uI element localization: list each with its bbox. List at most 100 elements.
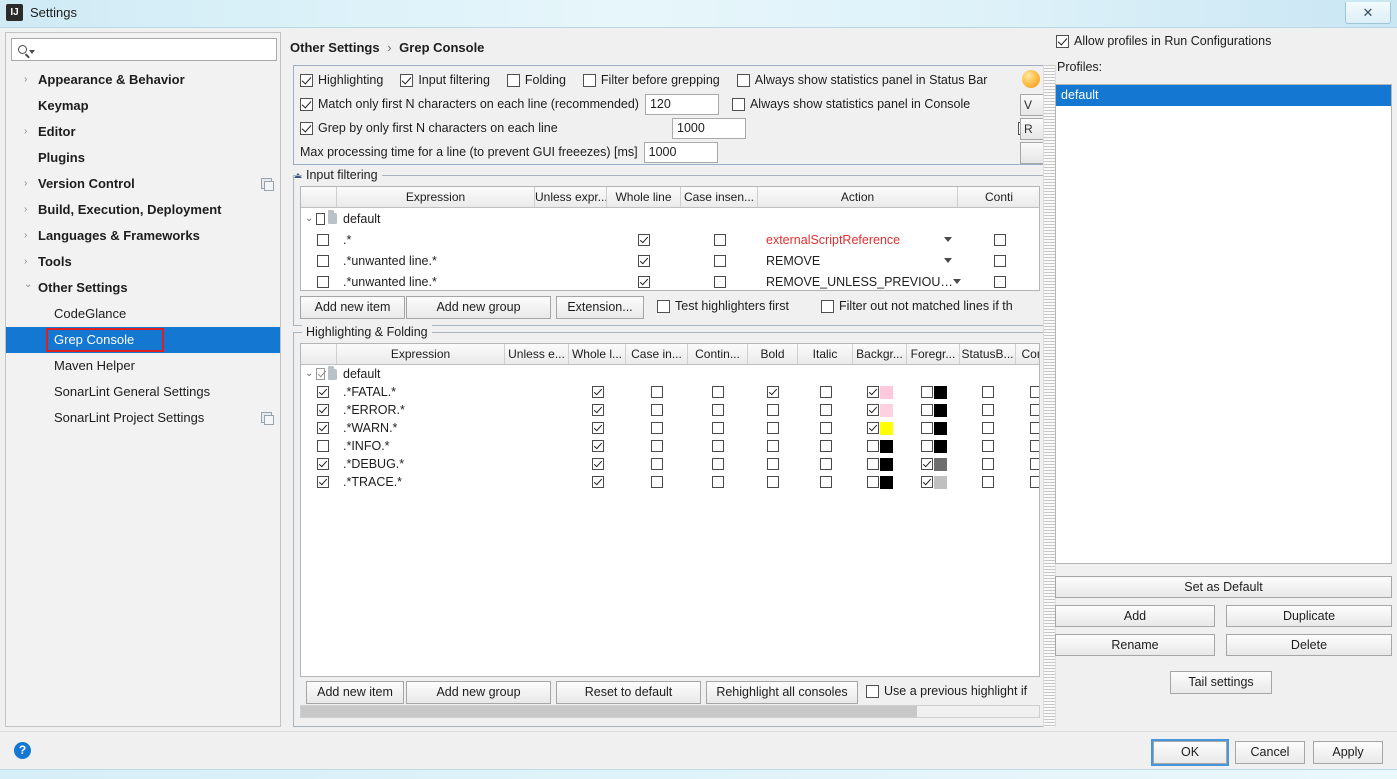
console-checkbox[interactable] bbox=[1030, 422, 1040, 434]
sidebar-item-languages-frameworks[interactable]: ›Languages & Frameworks bbox=[6, 223, 280, 249]
input-filtering-checkbox[interactable] bbox=[400, 74, 413, 87]
row-enable-checkbox[interactable] bbox=[301, 437, 337, 455]
whole-line-checkbox[interactable] bbox=[592, 386, 604, 398]
case-insensitive-checkbox[interactable] bbox=[714, 276, 726, 288]
cancel-button[interactable]: Cancel bbox=[1235, 741, 1305, 764]
whole-line-checkbox[interactable] bbox=[638, 234, 650, 246]
console-checkbox[interactable] bbox=[1030, 458, 1040, 470]
continue-checkbox[interactable] bbox=[994, 276, 1006, 288]
column-header-unless-e[interactable]: Unless e... bbox=[505, 344, 569, 364]
stub-button-3[interactable] bbox=[1020, 142, 1044, 164]
whole-line-checkbox[interactable] bbox=[569, 437, 626, 455]
table-row[interactable]: .*externalScriptReference bbox=[301, 229, 1039, 250]
case-insensitive-checkbox[interactable] bbox=[714, 234, 726, 246]
background-color-cell[interactable] bbox=[853, 419, 907, 437]
table-row[interactable]: .*FATAL.* bbox=[301, 383, 1039, 401]
continue-checkbox[interactable] bbox=[958, 250, 1040, 271]
case-insensitive-checkbox[interactable] bbox=[651, 386, 663, 398]
bold-checkbox[interactable] bbox=[767, 404, 779, 416]
sidebar-item-editor[interactable]: ›Editor bbox=[6, 119, 280, 145]
statusbar-checkbox[interactable] bbox=[960, 419, 1016, 437]
column-header-whole-line[interactable]: Whole line bbox=[607, 187, 681, 207]
whole-line-checkbox[interactable] bbox=[569, 383, 626, 401]
whole-line-checkbox[interactable] bbox=[607, 271, 681, 291]
background-color-cell[interactable] bbox=[853, 401, 907, 419]
continue-checkbox[interactable] bbox=[688, 419, 748, 437]
foreground-color-cell-checkbox[interactable] bbox=[921, 404, 933, 416]
search-box[interactable] bbox=[11, 38, 277, 61]
case-insensitive-checkbox[interactable] bbox=[681, 250, 758, 271]
whole-line-checkbox[interactable] bbox=[592, 404, 604, 416]
continue-checkbox[interactable] bbox=[688, 437, 748, 455]
bold-checkbox[interactable] bbox=[748, 437, 798, 455]
duplicate-profile-button[interactable]: Duplicate bbox=[1226, 605, 1392, 627]
row-enable-checkbox[interactable] bbox=[317, 386, 329, 398]
ok-button[interactable]: OK bbox=[1153, 741, 1227, 764]
background-color-cell[interactable] bbox=[853, 383, 907, 401]
italic-checkbox[interactable] bbox=[820, 422, 832, 434]
continue-checkbox[interactable] bbox=[994, 255, 1006, 267]
background-color-cell-swatch[interactable] bbox=[880, 458, 893, 471]
continue-checkbox[interactable] bbox=[958, 271, 1040, 291]
continue-checkbox[interactable] bbox=[994, 234, 1006, 246]
row-enable-checkbox[interactable] bbox=[301, 229, 337, 250]
row-enable-checkbox[interactable] bbox=[301, 401, 337, 419]
sidebar-item-keymap[interactable]: Keymap bbox=[6, 93, 280, 119]
stats-status-bar-checkbox[interactable] bbox=[737, 74, 750, 87]
italic-checkbox[interactable] bbox=[798, 473, 853, 491]
background-color-cell-checkbox[interactable] bbox=[867, 458, 879, 470]
chevron-down-icon[interactable]: ⌄ bbox=[305, 369, 313, 379]
button-add-new-item[interactable]: Add new item bbox=[300, 296, 405, 319]
foreground-color-cell[interactable] bbox=[907, 437, 960, 455]
table-row[interactable]: .*WARN.* bbox=[301, 419, 1039, 437]
row-enable-checkbox[interactable] bbox=[301, 419, 337, 437]
stub-button-v[interactable]: V bbox=[1020, 94, 1044, 116]
whole-line-checkbox[interactable] bbox=[607, 229, 681, 250]
row-enable-checkbox[interactable] bbox=[301, 250, 337, 271]
add-profile-button[interactable]: Add bbox=[1055, 605, 1215, 627]
continue-checkbox[interactable] bbox=[712, 422, 724, 434]
bold-checkbox[interactable] bbox=[767, 440, 779, 452]
action-cell[interactable]: REMOVE_UNLESS_PREVIOU… bbox=[758, 271, 958, 291]
column-header-italic[interactable]: Italic bbox=[798, 344, 853, 364]
table-row[interactable]: .*unwanted line.*REMOVE_UNLESS_PREVIOU… bbox=[301, 271, 1039, 291]
case-insensitive-checkbox[interactable] bbox=[626, 455, 688, 473]
column-header-bold[interactable]: Bold bbox=[748, 344, 798, 364]
match-first-n-input[interactable]: 120 bbox=[645, 94, 719, 115]
chevron-down-icon[interactable]: ⌄ bbox=[305, 213, 313, 225]
italic-checkbox[interactable] bbox=[798, 401, 853, 419]
test-highlighters-first-checkbox[interactable] bbox=[657, 300, 670, 313]
background-color-cell-checkbox[interactable] bbox=[867, 440, 879, 452]
column-header-backgr[interactable]: Backgr... bbox=[853, 344, 907, 364]
copy-icon[interactable] bbox=[261, 412, 272, 423]
console-checkbox[interactable] bbox=[1016, 437, 1040, 455]
column-header-action[interactable]: Action bbox=[758, 187, 958, 207]
italic-checkbox[interactable] bbox=[820, 440, 832, 452]
row-enable-checkbox[interactable] bbox=[301, 455, 337, 473]
foreground-color-cell-swatch[interactable] bbox=[934, 422, 947, 435]
background-color-cell-swatch[interactable] bbox=[880, 386, 893, 399]
background-color-cell[interactable] bbox=[853, 455, 907, 473]
console-checkbox[interactable] bbox=[1016, 401, 1040, 419]
highlighting-checkbox[interactable] bbox=[300, 74, 313, 87]
sidebar-item-sonarlint-project-settings[interactable]: SonarLint Project Settings bbox=[6, 405, 280, 431]
statusbar-checkbox[interactable] bbox=[960, 437, 1016, 455]
sidebar-item-tools[interactable]: ›Tools bbox=[6, 249, 280, 275]
column-header-col0[interactable] bbox=[301, 187, 337, 207]
statusbar-checkbox[interactable] bbox=[982, 404, 994, 416]
column-header-col0[interactable] bbox=[301, 344, 337, 364]
sidebar-item-plugins[interactable]: Plugins bbox=[6, 145, 280, 171]
italic-checkbox[interactable] bbox=[820, 476, 832, 488]
bold-checkbox[interactable] bbox=[748, 383, 798, 401]
max-processing-input[interactable]: 1000 bbox=[644, 142, 718, 163]
continue-checkbox[interactable] bbox=[712, 386, 724, 398]
foreground-color-cell[interactable] bbox=[907, 473, 960, 491]
row-enable-checkbox[interactable] bbox=[301, 271, 337, 291]
column-header-expression[interactable]: Expression bbox=[337, 187, 535, 207]
column-header-case-insen[interactable]: Case insen... bbox=[681, 187, 758, 207]
row-enable-checkbox[interactable] bbox=[317, 422, 329, 434]
background-color-cell-checkbox[interactable] bbox=[867, 404, 879, 416]
horizontal-scrollbar[interactable] bbox=[300, 705, 1040, 718]
continue-checkbox[interactable] bbox=[712, 476, 724, 488]
rename-profile-button[interactable]: Rename bbox=[1055, 634, 1215, 656]
